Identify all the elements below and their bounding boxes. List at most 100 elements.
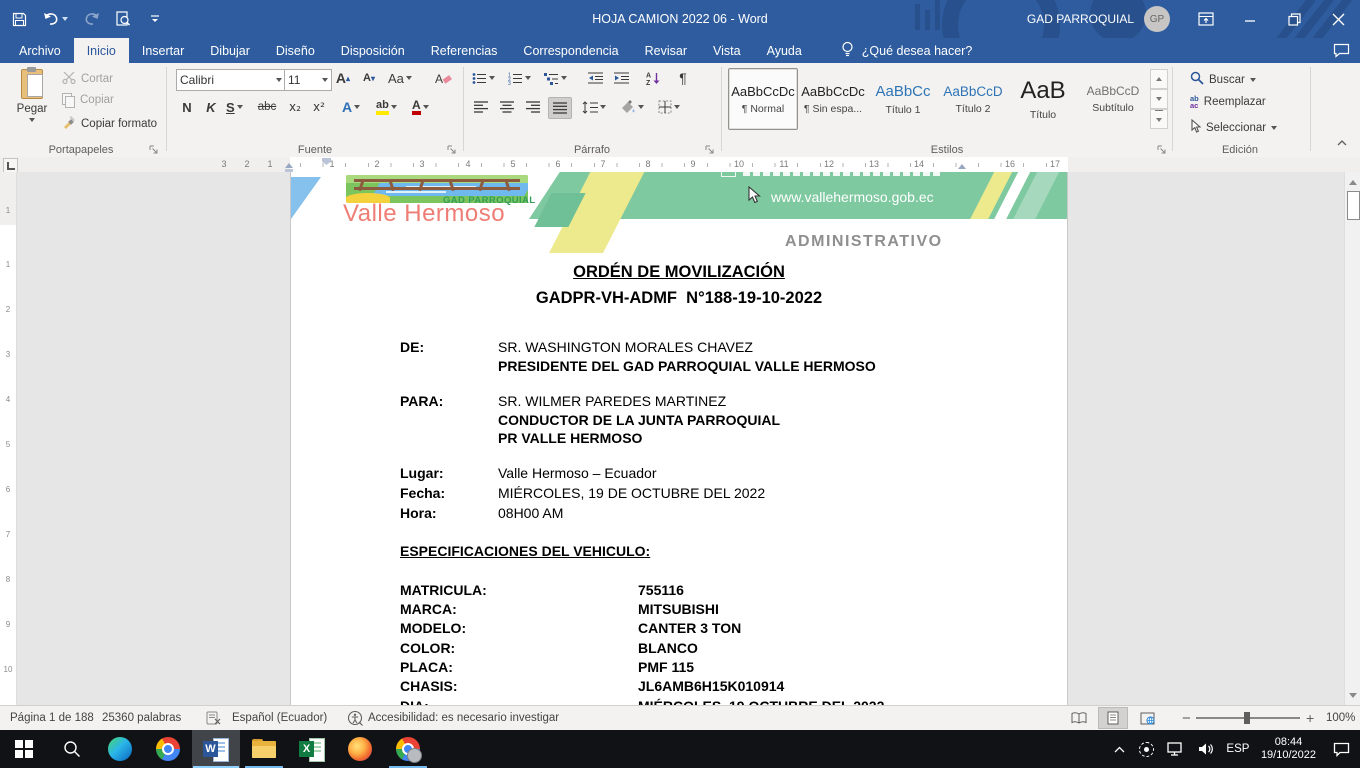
clear-formatting-button[interactable]: A (432, 68, 454, 88)
strikethrough-button[interactable]: abc (256, 97, 278, 117)
web-layout-button[interactable] (1132, 707, 1162, 729)
taskbar-word-icon[interactable]: W (192, 730, 240, 768)
from-label[interactable]: DE: (400, 339, 424, 355)
tab-referencias[interactable]: Referencias (418, 38, 511, 63)
font-color-button[interactable]: A (410, 97, 431, 117)
spec-value[interactable]: MIÉRCOLES, 19 OCTUBRE DEL 2022 (638, 698, 884, 705)
proofing-status-icon[interactable] (206, 706, 221, 730)
bullets-button[interactable] (470, 68, 497, 88)
spec-value[interactable]: JL6AMB6H15K010914 (638, 678, 784, 694)
find-button[interactable]: Buscar (1190, 71, 1256, 88)
spec-label[interactable]: MATRICULA: (400, 582, 487, 598)
bold-button[interactable]: N (176, 97, 198, 117)
read-mode-button[interactable] (1064, 707, 1094, 729)
shading-button[interactable] (618, 97, 646, 117)
avatar[interactable]: GP (1144, 6, 1170, 32)
zoom-in-button[interactable]: + (1306, 706, 1314, 730)
from-role[interactable]: PRESIDENTE DEL GAD PARROQUIAL VALLE HERM… (498, 358, 876, 374)
shrink-font-button[interactable]: A▾ (358, 68, 380, 88)
tab-diseno[interactable]: Diseño (263, 38, 328, 63)
language-status[interactable]: Español (Ecuador) (232, 706, 327, 730)
from-name[interactable]: SR. WASHINGTON MORALES CHAVEZ (498, 339, 753, 355)
taskbar-chrome-icon[interactable] (144, 730, 192, 768)
taskbar-edge-icon[interactable] (96, 730, 144, 768)
tab-dibujar[interactable]: Dibujar (197, 38, 263, 63)
styles-gallery-more[interactable] (1150, 109, 1168, 129)
tab-ayuda[interactable]: Ayuda (754, 38, 815, 63)
to-name[interactable]: SR. WILMER PAREDES MARTINEZ (498, 393, 726, 409)
paste-button[interactable]: Pegar (8, 67, 56, 141)
paragraph-dialog-launcher[interactable] (704, 142, 716, 154)
print-layout-button[interactable] (1098, 707, 1128, 729)
tab-vista[interactable]: Vista (700, 38, 754, 63)
spec-value[interactable]: 755116 (638, 582, 684, 598)
borders-button[interactable] (656, 97, 682, 117)
subscript-button[interactable]: x₂ (284, 97, 306, 117)
taskbar-firefox-icon[interactable] (336, 730, 384, 768)
taskbar-search-icon[interactable] (48, 730, 96, 768)
spec-value[interactable]: CANTER 3 TON (638, 620, 741, 636)
collapse-ribbon-icon[interactable] (1332, 135, 1352, 151)
zoom-level[interactable]: 100% (1326, 706, 1355, 730)
doc-title-line1[interactable]: ORDÉN DE MOVILIZACIÓN (291, 263, 1067, 282)
tray-language[interactable]: ESP (1221, 730, 1255, 768)
tab-archivo[interactable]: Archivo (6, 38, 74, 63)
restore-button[interactable] (1272, 0, 1316, 38)
text-effects-button[interactable]: A (340, 97, 362, 117)
taskbar-chrome-profile-icon[interactable] (384, 730, 432, 768)
tab-selector[interactable] (3, 158, 18, 173)
spec-label[interactable]: DIA: (400, 698, 429, 705)
spec-value[interactable]: MITSUBISHI (638, 601, 719, 617)
vertical-ruler[interactable]: 1 1 2 3 4 5 6 7 8 9 10 (0, 172, 17, 705)
tab-revisar[interactable]: Revisar (632, 38, 700, 63)
spec-label[interactable]: MODELO: (400, 620, 466, 636)
italic-button[interactable]: K (200, 97, 222, 117)
specs-heading[interactable]: ESPECIFICACIONES DEL VEHICULO: (400, 543, 650, 559)
account-name[interactable]: GAD PARROQUIAL (1027, 12, 1134, 26)
styles-dialog-launcher[interactable] (1156, 142, 1168, 154)
customize-qat-icon[interactable] (146, 10, 164, 28)
sort-button[interactable]: AZ (642, 68, 664, 88)
scroll-down-button[interactable] (1345, 687, 1360, 703)
multilevel-list-button[interactable] (542, 68, 569, 88)
accessibility-status[interactable]: Accesibilidad: es necesario investigar (368, 706, 559, 730)
save-icon[interactable] (10, 10, 28, 28)
tab-disposicion[interactable]: Disposición (328, 38, 418, 63)
horizontal-ruler[interactable]: 3 2 1 1 2 3 4 5 6 7 8 9 10 11 12 13 14 1… (0, 157, 1360, 173)
increase-indent-button[interactable] (610, 68, 632, 88)
style-normal[interactable]: AaBbCcDc ¶ Normal (728, 68, 798, 130)
taskbar-explorer-icon[interactable] (240, 730, 288, 768)
spec-value[interactable]: PMF 115 (638, 659, 694, 675)
decrease-indent-button[interactable] (584, 68, 606, 88)
right-indent-marker[interactable] (958, 164, 966, 169)
show-paragraph-marks-button[interactable]: ¶ (672, 68, 694, 88)
styles-scroll-up[interactable] (1150, 69, 1168, 89)
to-role1[interactable]: CONDUCTOR DE LA JUNTA PARROQUIAL (498, 412, 780, 428)
place-value[interactable]: Valle Hermoso – Ecuador (498, 465, 656, 481)
taskbar-excel-icon[interactable]: X (288, 730, 336, 768)
replace-button[interactable]: abac Reemplazar (1190, 95, 1266, 109)
action-center-icon[interactable] (1322, 730, 1360, 768)
place-label[interactable]: Lugar: (400, 465, 444, 481)
doc-title-line2[interactable]: GADPR-VH-ADMF N°188-19-10-2022 (291, 289, 1067, 308)
select-button[interactable]: Seleccionar (1190, 119, 1277, 136)
zoom-slider-thumb[interactable] (1244, 712, 1250, 724)
close-button[interactable] (1316, 0, 1360, 38)
align-right-button[interactable] (522, 97, 544, 117)
style-no-spacing[interactable]: AaBbCcDc ¶ Sin espa... (798, 68, 868, 130)
font-name-combo[interactable]: Calibri (176, 69, 286, 91)
minimize-button[interactable] (1228, 0, 1272, 38)
vertical-scrollbar[interactable] (1344, 172, 1360, 705)
highlight-color-button[interactable]: ab (374, 97, 399, 117)
align-center-button[interactable] (496, 97, 518, 117)
tray-expand-icon[interactable] (1107, 730, 1133, 768)
style-heading2[interactable]: AaBbCcD Título 2 (938, 68, 1008, 130)
date-value[interactable]: MIÉRCOLES, 19 DE OCTUBRE DEL 2022 (498, 485, 765, 501)
tab-correspondencia[interactable]: Correspondencia (510, 38, 631, 63)
align-left-button[interactable] (470, 97, 492, 117)
time-label[interactable]: Hora: (400, 505, 437, 521)
font-size-combo[interactable]: 11 (284, 69, 332, 91)
spec-label[interactable]: CHASIS: (400, 678, 458, 694)
undo-dropdown-caret[interactable] (62, 17, 68, 21)
tab-inicio[interactable]: Inicio (74, 38, 129, 63)
